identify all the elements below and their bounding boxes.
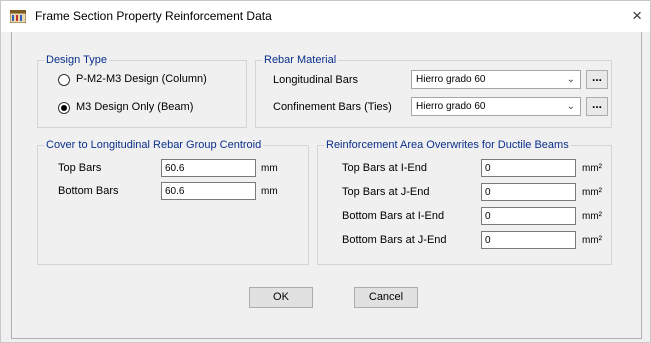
dialog-title: Frame Section Property Reinforcement Dat…: [35, 9, 272, 23]
bottom-bars-j-end-unit: mm²: [582, 235, 602, 246]
ok-button[interactable]: OK: [249, 287, 313, 308]
dialog-window: Frame Section Property Reinforcement Dat…: [0, 0, 651, 343]
bottom-bars-j-end-label: Bottom Bars at J-End: [342, 234, 447, 246]
radio-beam-design[interactable]: [58, 102, 70, 114]
overwrites-group: Reinforcement Area Overwrites for Ductil…: [317, 139, 612, 265]
bottom-bars-cover-input[interactable]: [161, 182, 256, 200]
top-bars-i-end-unit: mm²: [582, 163, 602, 174]
cancel-button[interactable]: Cancel: [354, 287, 418, 308]
top-bars-cover-input[interactable]: [161, 159, 256, 177]
longitudinal-bars-label: Longitudinal Bars: [273, 74, 359, 86]
design-type-legend: Design Type: [44, 54, 109, 67]
chevron-down-icon: ⌄: [566, 74, 575, 85]
confinement-bars-edit-button[interactable]: ...: [586, 97, 608, 116]
dialog-body: Design Type P-M2-M3 Design (Column) M3 D…: [11, 32, 642, 339]
cover-legend: Cover to Longitudinal Rebar Group Centro…: [44, 139, 264, 152]
design-type-group: Design Type P-M2-M3 Design (Column) M3 D…: [37, 54, 247, 128]
bottom-bars-i-end-label: Bottom Bars at I-End: [342, 210, 445, 222]
frame-section-icon: [10, 10, 26, 23]
title-bar: Frame Section Property Reinforcement Dat…: [1, 1, 650, 32]
bottom-bars-cover-label: Bottom Bars: [58, 185, 119, 197]
bottom-bars-j-end-input[interactable]: [481, 231, 576, 249]
confinement-bars-value: Hierro grado 60: [416, 101, 486, 112]
confinement-bars-label: Confinement Bars (Ties): [273, 101, 392, 113]
confinement-bars-select[interactable]: Hierro grado 60 ⌄: [411, 97, 581, 116]
radio-column-label: P-M2-M3 Design (Column): [76, 73, 207, 85]
radio-beam-label: M3 Design Only (Beam): [76, 101, 194, 113]
bottom-bars-cover-unit: mm: [261, 186, 278, 197]
longitudinal-bars-select[interactable]: Hierro grado 60 ⌄: [411, 70, 581, 89]
rebar-material-group: Rebar Material Longitudinal Bars Hierro …: [255, 54, 612, 128]
close-icon[interactable]: ×: [632, 6, 642, 26]
top-bars-j-end-unit: mm²: [582, 187, 602, 198]
top-bars-i-end-label: Top Bars at I-End: [342, 162, 427, 174]
rebar-material-legend: Rebar Material: [262, 54, 339, 67]
bottom-bars-i-end-unit: mm²: [582, 211, 602, 222]
cover-group: Cover to Longitudinal Rebar Group Centro…: [37, 139, 309, 265]
radio-column-design[interactable]: [58, 74, 70, 86]
top-bars-j-end-input[interactable]: [481, 183, 576, 201]
bottom-bars-i-end-input[interactable]: [481, 207, 576, 225]
top-bars-cover-label: Top Bars: [58, 162, 102, 174]
chevron-down-icon: ⌄: [566, 101, 575, 112]
longitudinal-bars-value: Hierro grado 60: [416, 74, 486, 85]
top-bars-i-end-input[interactable]: [481, 159, 576, 177]
overwrites-legend: Reinforcement Area Overwrites for Ductil…: [324, 139, 571, 152]
longitudinal-bars-edit-button[interactable]: ...: [586, 70, 608, 89]
top-bars-j-end-label: Top Bars at J-End: [342, 186, 430, 198]
top-bars-cover-unit: mm: [261, 163, 278, 174]
